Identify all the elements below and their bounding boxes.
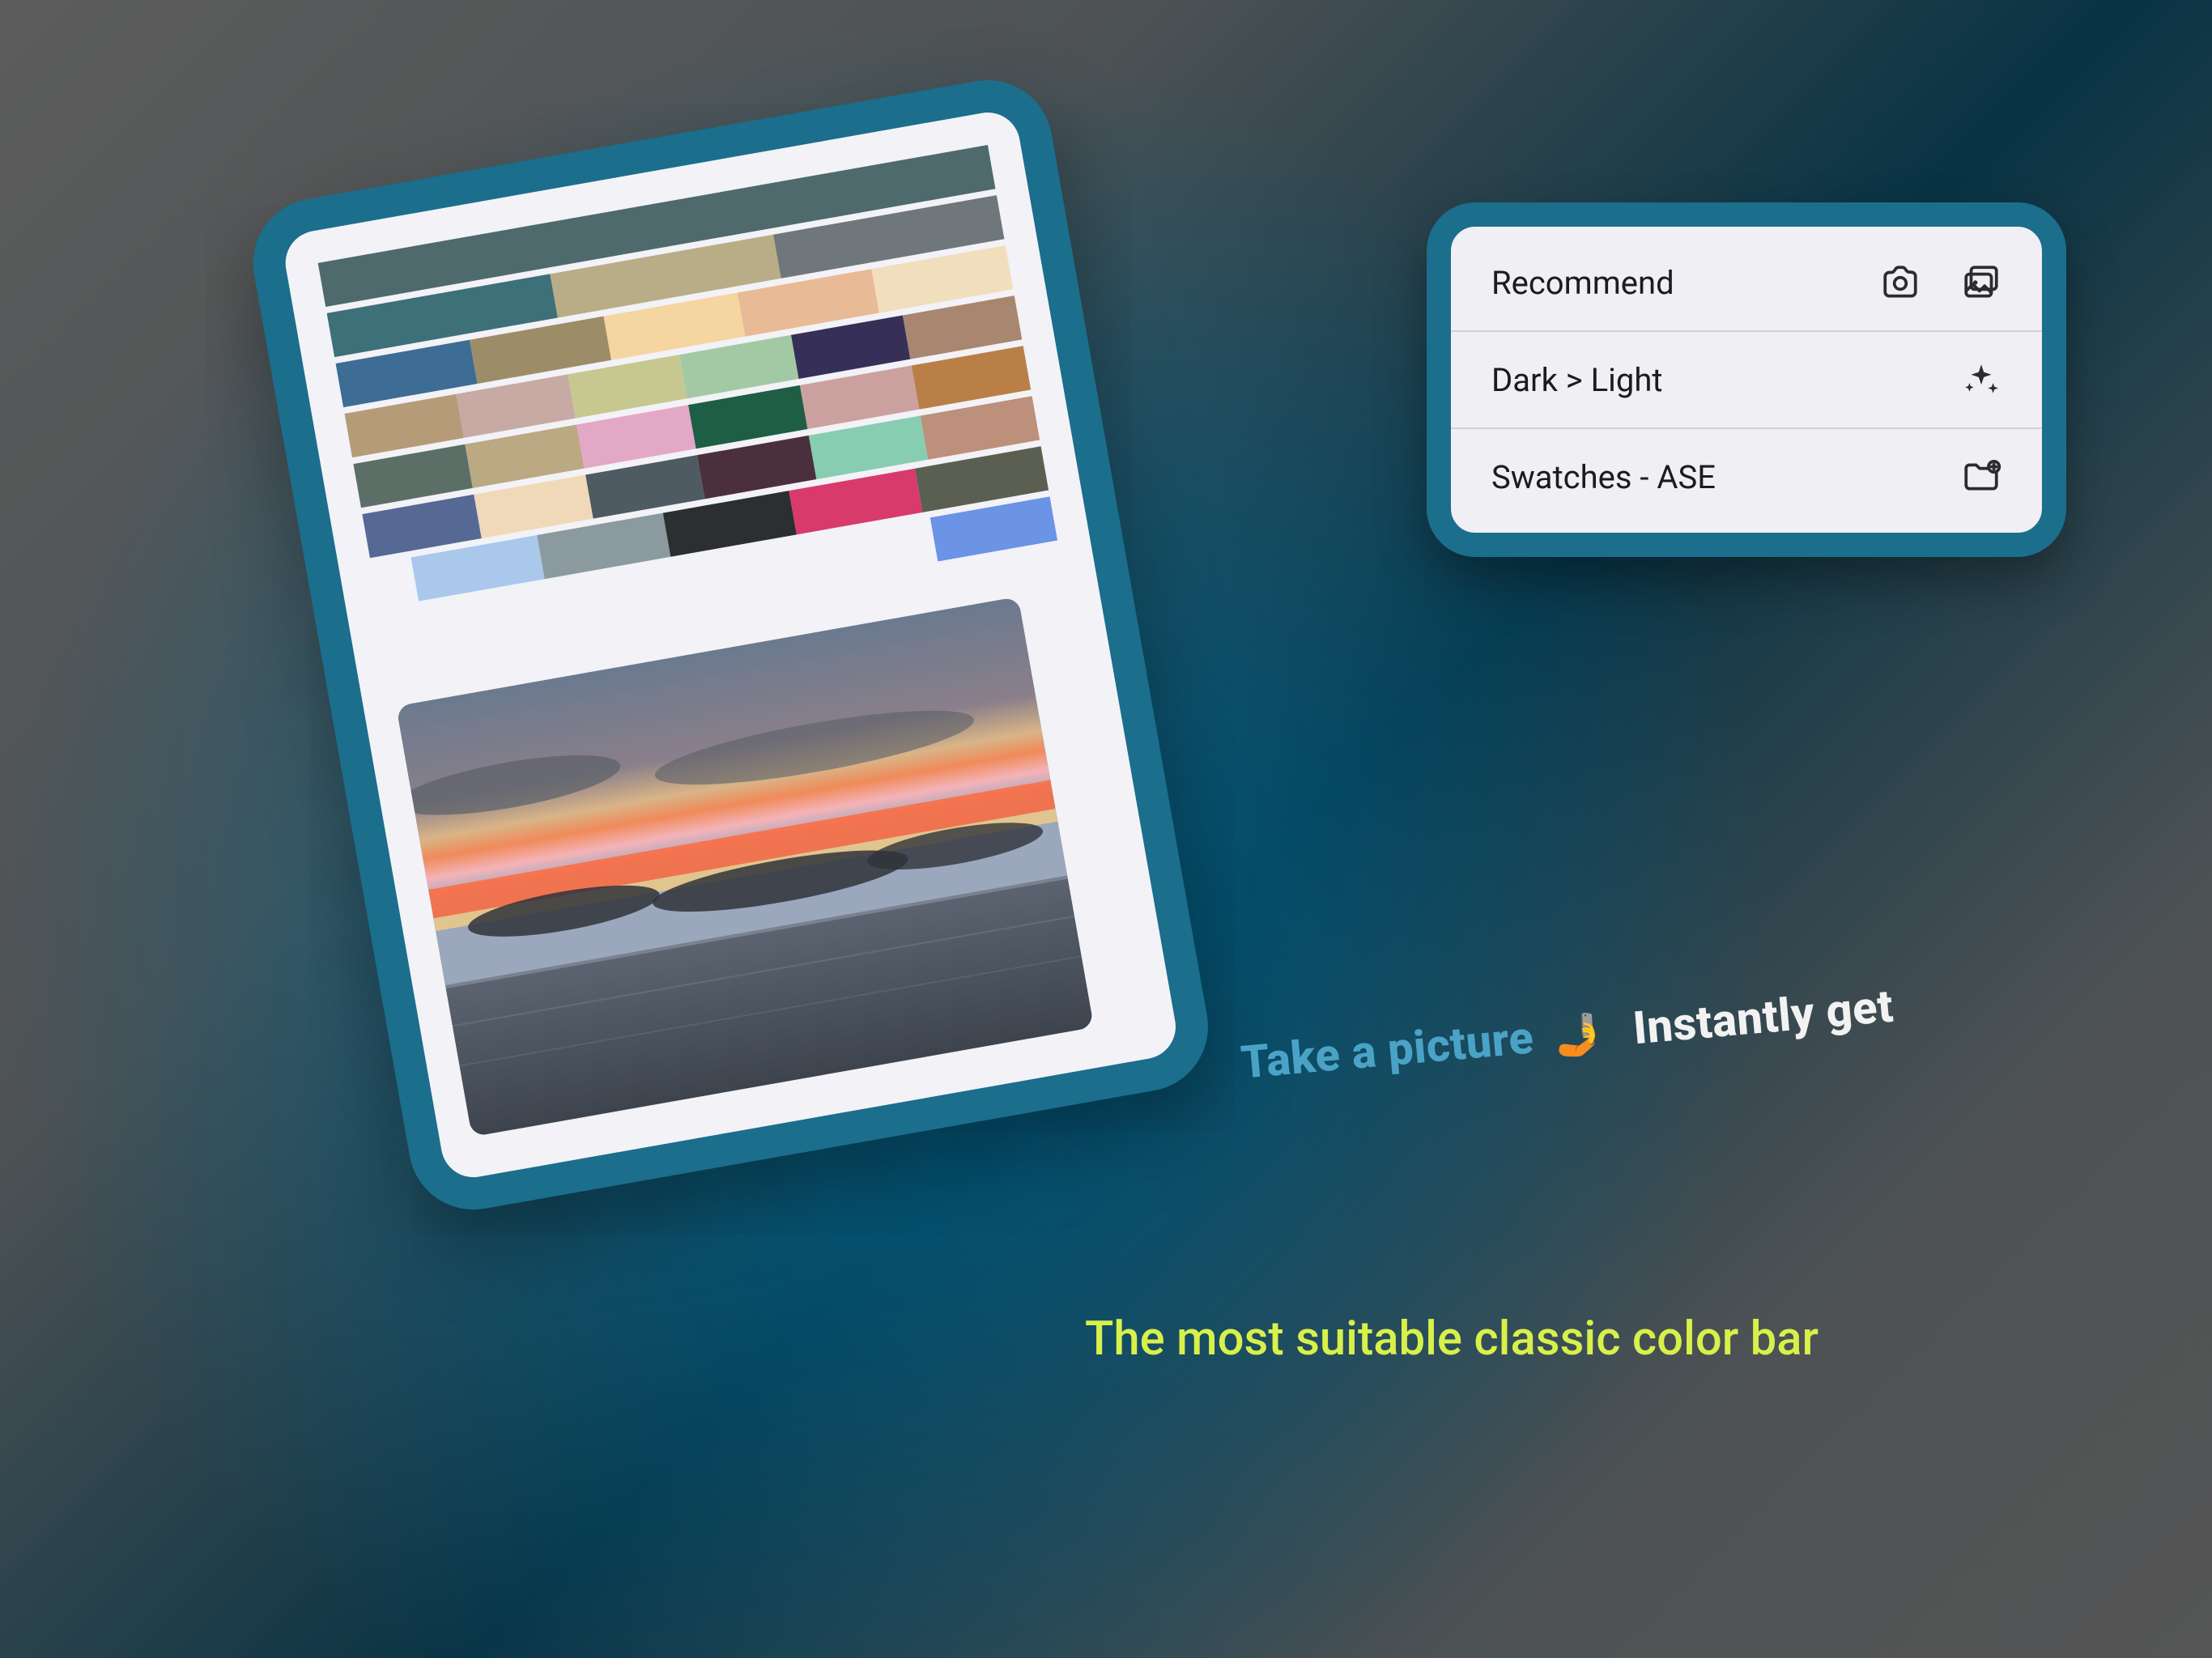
menu-row-label: Dark > Light: [1491, 361, 1961, 399]
palette-card-inner: [243, 70, 1219, 1219]
actions-menu: Recommend Dark > Light Swatches - ASE: [1427, 202, 2066, 557]
menu-row[interactable]: Recommend: [1451, 235, 2042, 330]
headline: Take a picture 🤳 Instantly get: [1239, 980, 1895, 1090]
headline-part-b: Instantly get: [1631, 980, 1895, 1056]
menu-row-icons: [1880, 262, 2001, 303]
selfie-emoji: 🤳: [1551, 1010, 1606, 1061]
palette-card: [243, 70, 1219, 1219]
subtitle: The most suitable classic color bar: [1085, 1312, 1819, 1367]
source-photo[interactable]: [396, 597, 1094, 1137]
menu-row-label: Recommend: [1491, 264, 1880, 302]
menu-row-icons: [1961, 457, 2001, 497]
gallery-icon[interactable]: [1961, 262, 2001, 303]
menu-row-label: Swatches - ASE: [1491, 458, 1961, 496]
menu-row[interactable]: Dark > Light: [1451, 330, 2042, 427]
palette-grid: [318, 145, 1057, 658]
camera-icon[interactable]: [1880, 262, 1921, 303]
promo-canvas: Recommend Dark > Light Swatches - ASE Take…: [0, 0, 2212, 1658]
folder-plus-icon[interactable]: [1961, 457, 2001, 497]
sparkle-icon[interactable]: [1961, 359, 2001, 400]
headline-part-a: Take a picture: [1239, 1010, 1536, 1089]
menu-row-icons: [1961, 359, 2001, 400]
menu-row[interactable]: Swatches - ASE: [1451, 427, 2042, 525]
